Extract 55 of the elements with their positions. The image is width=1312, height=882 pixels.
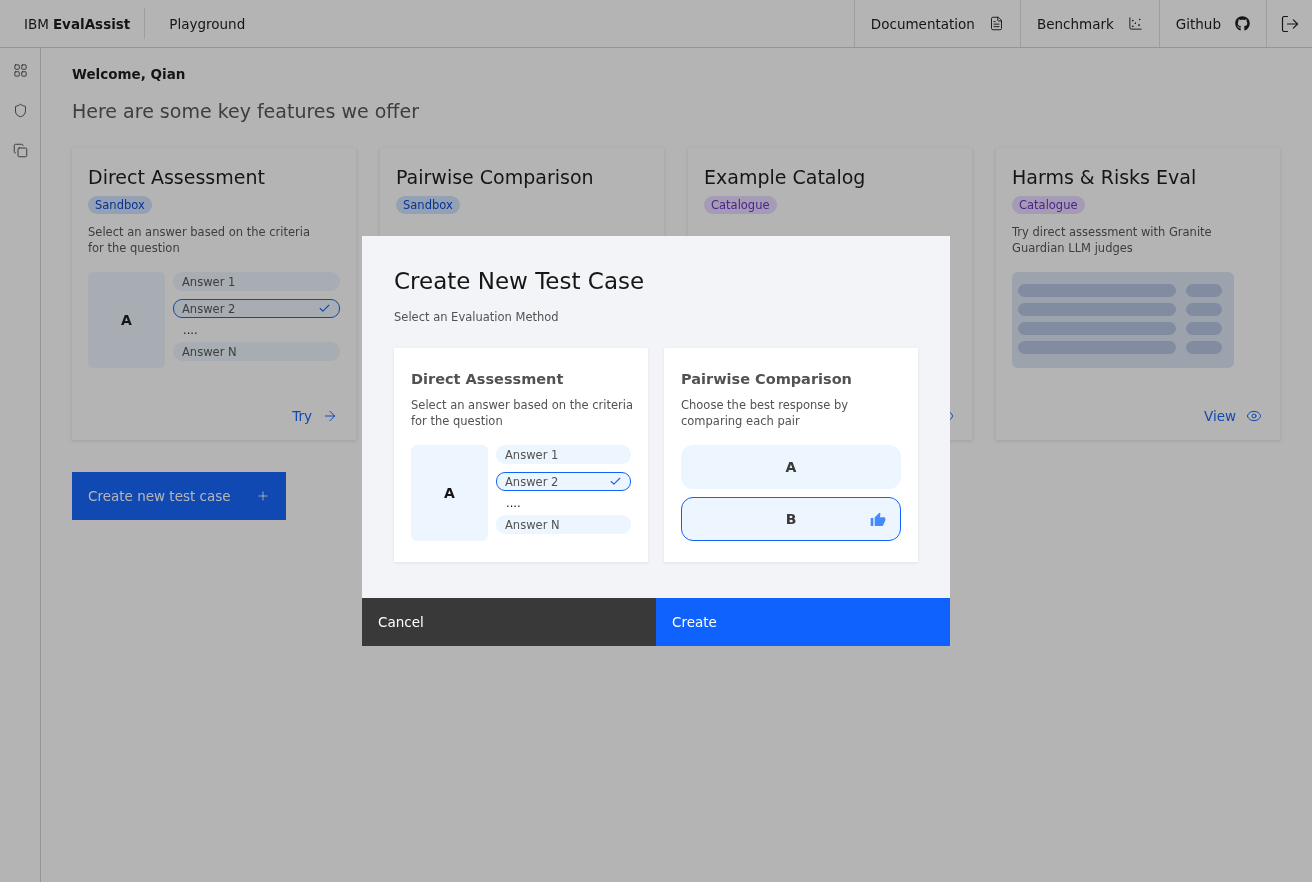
- card-title: Direct Assessment: [88, 166, 266, 188]
- answer-option: Answer 2: [496, 472, 631, 491]
- github-icon: [1235, 16, 1250, 31]
- card-tag: Sandbox: [396, 196, 460, 214]
- card-link[interactable]: Try: [292, 408, 340, 424]
- response-option: B: [681, 497, 901, 541]
- answer-option: Answer 1: [173, 272, 340, 291]
- create-test-case-button[interactable]: Create new test case: [72, 472, 286, 520]
- check-icon: [318, 302, 331, 315]
- card-description: Select an answer based on the criteria for the question: [88, 224, 311, 256]
- chart-icon: [1127, 16, 1143, 31]
- answer-subject: A: [88, 272, 165, 368]
- method-option-card[interactable]: Pairwise Comparison Choose the best response by comparing each pair A B: [664, 348, 918, 562]
- grid-icon: [12, 62, 28, 78]
- option-description: Select an answer based on the criteria for the question: [411, 397, 633, 429]
- check-icon: [609, 475, 622, 488]
- create-button[interactable]: Create: [656, 598, 950, 646]
- logout-icon: [1279, 13, 1300, 34]
- arrow-right-icon: [322, 408, 338, 424]
- card-title: Pairwise Comparison: [396, 166, 595, 188]
- answer-option: Answer 1: [496, 445, 631, 464]
- answer-option: Answer 2: [173, 299, 340, 318]
- option-description: Choose the best response by comparing each pair: [681, 397, 850, 429]
- nav-link[interactable]: Playground: [145, 0, 270, 47]
- welcome-text: Welcome, Qian: [72, 66, 187, 82]
- dialog-title: Create New Test Case: [394, 268, 646, 294]
- card-description: Try direct assessment with Granite Guardian LLM judges: [1012, 224, 1213, 256]
- answer-option: Answer N: [173, 342, 340, 361]
- ellipsis-text: ....: [182, 326, 198, 334]
- answer-subject: A: [411, 445, 488, 541]
- header-link[interactable]: Github: [1158, 0, 1266, 47]
- shield-icon: [12, 102, 28, 118]
- document-icon: [988, 16, 1004, 31]
- copy-icon: [12, 142, 28, 158]
- ellipsis-text: ....: [505, 499, 521, 507]
- eye-icon: [1246, 408, 1262, 424]
- card-tag: Catalogue: [704, 196, 777, 214]
- header-link[interactable]: Documentation: [853, 0, 1020, 47]
- answer-option: Answer N: [496, 515, 631, 534]
- option-title: Direct Assessment: [411, 371, 565, 387]
- plus-icon: [256, 489, 270, 503]
- header-link[interactable]: Benchmark: [1019, 0, 1159, 47]
- app-brand[interactable]: IBM EvalAssist: [0, 8, 146, 39]
- method-option-card[interactable]: Direct Assessment Select an answer based on the criteria for the question A Answer 1 Answer 2 .... Answer N: [394, 348, 648, 562]
- cancel-button[interactable]: Cancel: [362, 598, 656, 646]
- card-title: Example Catalog: [704, 166, 867, 188]
- dialog-subtitle: Select an Evaluation Method: [394, 310, 560, 324]
- page-subtitle: Here are some key features we offer: [72, 100, 420, 122]
- option-title: Pairwise Comparison: [681, 371, 853, 387]
- thumbs-up-icon: [870, 512, 886, 528]
- card-tag: Sandbox: [88, 196, 152, 214]
- card-tag: Catalogue: [1012, 196, 1085, 214]
- card-title: Harms & Risks Eval: [1012, 166, 1198, 188]
- response-option: A: [681, 445, 901, 489]
- card-link[interactable]: View: [1203, 408, 1264, 424]
